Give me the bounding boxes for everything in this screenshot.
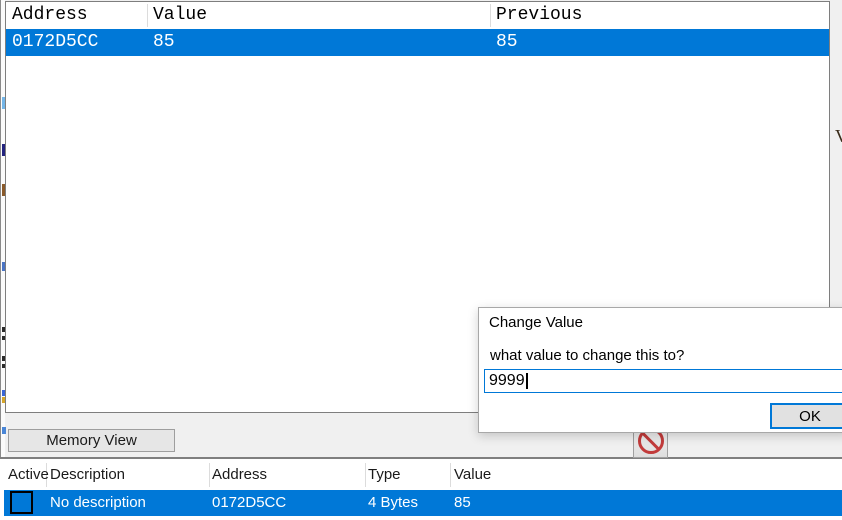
- column-separator: [209, 463, 210, 487]
- column-header-address[interactable]: Address: [212, 459, 267, 490]
- dialog-prompt-label: what value to change this to?: [490, 347, 684, 364]
- result-previous: 85: [496, 29, 518, 56]
- column-header-active[interactable]: Active: [8, 459, 49, 490]
- ok-button[interactable]: OK: [770, 403, 842, 429]
- entry-value: 85: [454, 490, 471, 516]
- column-header-value[interactable]: Value: [454, 459, 491, 490]
- clipped-icon-fragment: [2, 427, 6, 434]
- change-value-dialog: Change Value what value to change this t…: [478, 307, 842, 433]
- cheat-table-panel: Active Description Address Type Value No…: [0, 457, 842, 520]
- column-header-previous[interactable]: Previous: [496, 2, 582, 29]
- column-header-description[interactable]: Description: [50, 459, 125, 490]
- column-header-value[interactable]: Value: [153, 2, 207, 29]
- result-value: 85: [153, 29, 175, 56]
- entry-description: No description: [50, 490, 146, 516]
- column-separator: [365, 463, 366, 487]
- memory-view-button[interactable]: Memory View: [8, 429, 175, 452]
- result-address: 0172D5CC: [12, 29, 98, 56]
- active-checkbox[interactable]: [10, 491, 33, 514]
- column-separator: [450, 463, 451, 487]
- scan-results-header: Address Value Previous: [6, 2, 829, 29]
- cheat-table-row-selected[interactable]: No description 0172D5CC 4 Bytes 85: [4, 490, 842, 516]
- dialog-titlebar[interactable]: Change Value: [479, 308, 842, 338]
- scan-result-row-selected[interactable]: 0172D5CC 85 85: [6, 29, 829, 56]
- cheat-table-header: Active Description Address Type Value: [0, 459, 842, 490]
- entry-address: 0172D5CC: [212, 490, 286, 516]
- text-caret: [526, 373, 528, 389]
- value-input-text: 9999: [489, 372, 525, 389]
- value-input[interactable]: 9999: [484, 369, 842, 393]
- column-header-address[interactable]: Address: [12, 2, 88, 29]
- entry-type: 4 Bytes: [368, 490, 418, 516]
- clipped-right-text: V: [835, 126, 842, 147]
- column-separator: [490, 4, 491, 27]
- dialog-title: Change Value: [489, 314, 583, 331]
- column-header-type[interactable]: Type: [368, 459, 401, 490]
- cheat-engine-window: Address Value Previous 0172D5CC 85 85 V …: [0, 0, 842, 520]
- column-separator: [147, 4, 148, 27]
